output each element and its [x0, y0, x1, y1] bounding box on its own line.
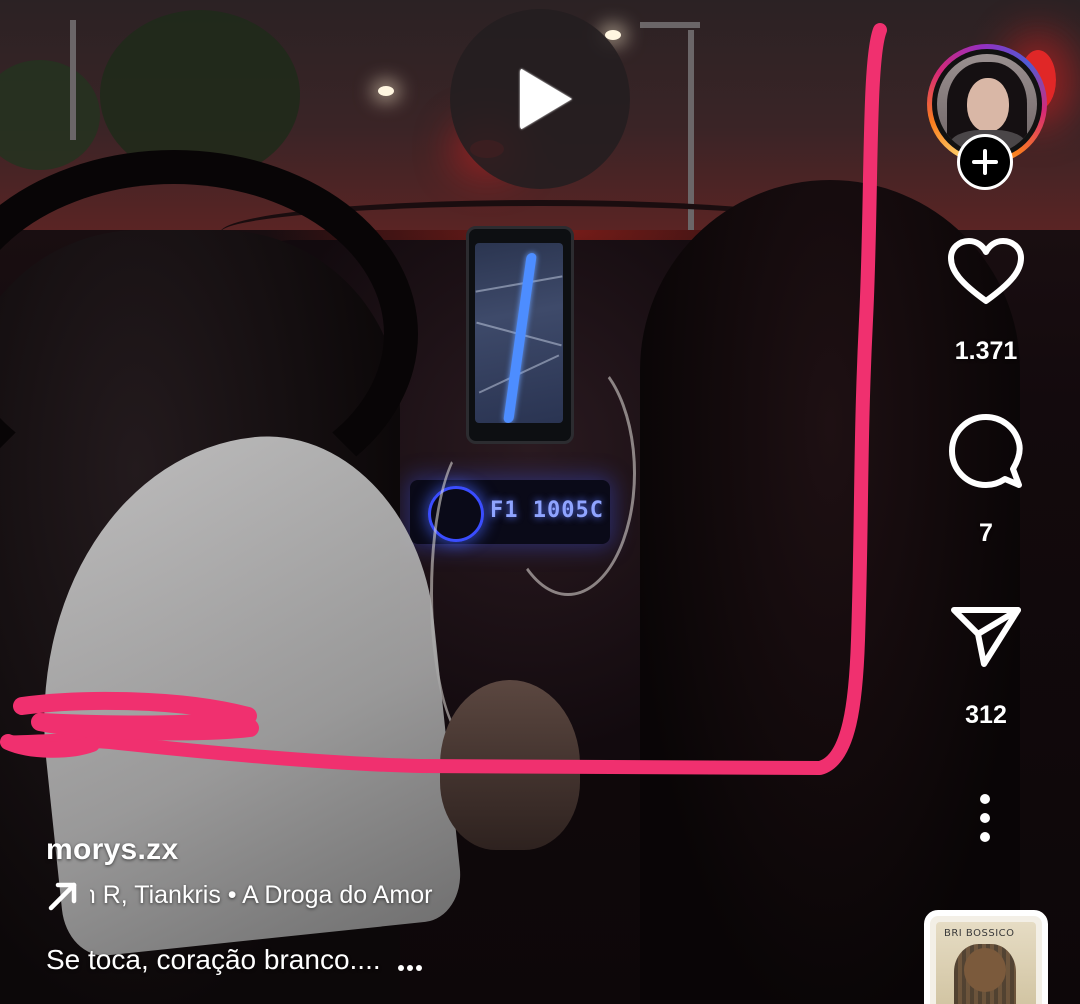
background-cable — [500, 350, 636, 596]
caption-more-icon — [398, 946, 425, 978]
play-icon — [520, 68, 572, 130]
play-button[interactable] — [450, 9, 630, 189]
audio-marquee: an R, Tiankris • A Droga do Amor — [90, 878, 466, 914]
background-lamp — [378, 86, 394, 96]
like-button[interactable] — [940, 234, 1032, 310]
more-vertical-icon-dot — [980, 832, 990, 842]
more-options-button[interactable] — [966, 790, 1006, 846]
reel-screen: F1 1005C 1.371 7 312 BRI BOSSICO morys.z… — [0, 0, 1080, 1004]
caption[interactable]: Se toca, coração branco.... — [46, 944, 425, 978]
comment-count: 7 — [979, 519, 993, 547]
comment-button[interactable] — [940, 414, 1032, 490]
album-art: BRI BOSSICO — [936, 922, 1036, 1004]
plus-icon-vertical — [983, 149, 987, 175]
share-button[interactable] — [940, 596, 1032, 672]
more-vertical-icon-dot — [980, 813, 990, 823]
more-vertical-icon — [980, 794, 990, 804]
avatar-face — [967, 78, 1009, 132]
background-pole — [70, 20, 76, 140]
audio-track-text: an R, Tiankris • A Droga do Amor — [90, 881, 433, 909]
caption-text: Se toca, coração branco.... — [46, 944, 389, 975]
background-pole — [688, 30, 694, 230]
author-username[interactable]: morys.zx — [46, 833, 178, 867]
comment-icon — [949, 414, 1023, 488]
album-art-face — [964, 948, 1006, 992]
like-count: 1.371 — [954, 337, 1018, 365]
send-icon — [951, 607, 1021, 667]
audio-thumbnail-button[interactable]: BRI BOSSICO — [924, 910, 1048, 1004]
map-road — [475, 275, 563, 293]
album-art-title: BRI BOSSICO — [944, 928, 1015, 939]
audio-track-link[interactable]: an R, Tiankris • A Droga do Amor — [46, 878, 466, 914]
heart-icon — [948, 238, 1024, 304]
background-pole-arm — [640, 22, 700, 28]
follow-button[interactable] — [957, 134, 1013, 190]
trending-arrow-icon — [48, 882, 77, 911]
share-count: 312 — [965, 701, 1007, 729]
background-driver-hand — [440, 680, 580, 850]
